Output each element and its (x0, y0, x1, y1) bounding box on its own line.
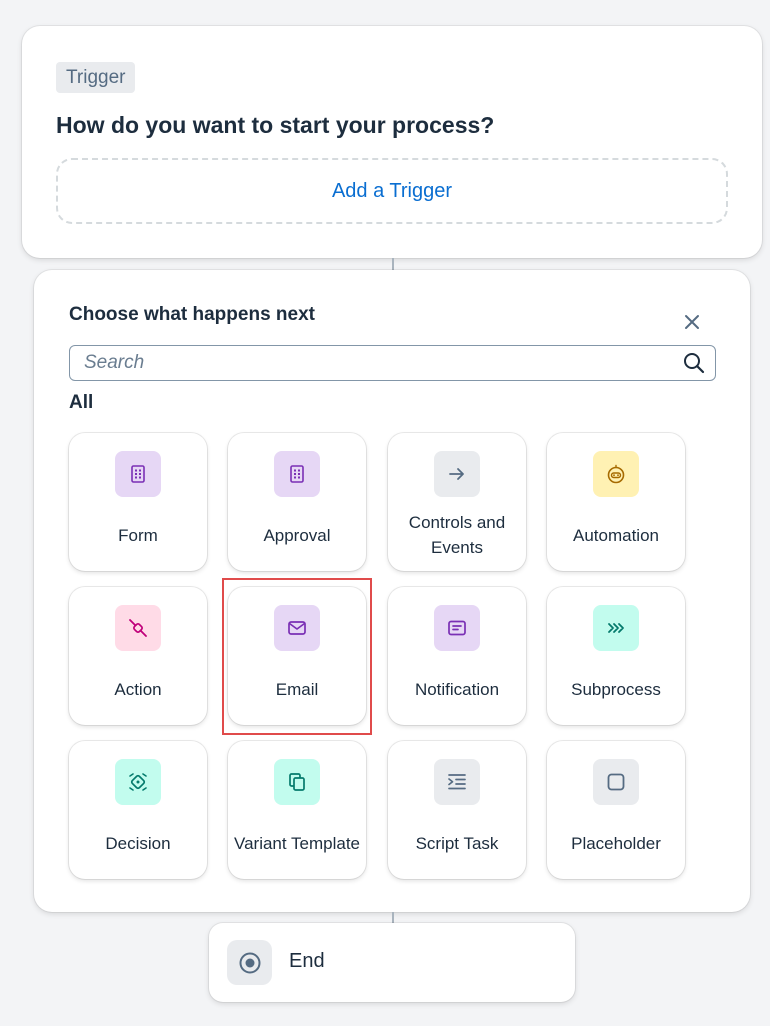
script-icon (448, 774, 466, 790)
search-field[interactable] (69, 345, 716, 381)
flow-connector-top (392, 258, 394, 270)
tile-label: Script Task (415, 833, 499, 853)
chevrons-right-icon (608, 623, 624, 633)
tile-subprocess[interactable]: Subprocess (547, 587, 685, 725)
section-label-all: All (69, 392, 94, 413)
tile-variant-template[interactable]: Variant Template (228, 741, 366, 879)
form-icon (131, 465, 145, 483)
tile-label: Action (114, 679, 162, 699)
tile-placeholder[interactable]: Placeholder (547, 741, 685, 879)
tile-label: Email (275, 679, 319, 699)
next-step-panel: Choose what happens next All Form (34, 270, 750, 912)
envelope-icon-wrap (274, 605, 320, 651)
envelope-icon (288, 621, 306, 635)
stop-icon (239, 952, 260, 973)
copy-icon (289, 773, 305, 791)
panel-title: Choose what happens next (69, 304, 315, 325)
tile-label: Controls and Events (408, 513, 506, 557)
search-input[interactable] (70, 346, 670, 380)
message-icon-wrap (434, 605, 480, 651)
close-button[interactable] (680, 310, 704, 334)
message-icon (448, 620, 466, 636)
robot-icon-wrap (593, 451, 639, 497)
robot-icon (607, 464, 625, 484)
flow-connector-bottom (392, 912, 394, 923)
close-icon (685, 315, 699, 329)
decision-icon (129, 773, 147, 791)
approval-icon-wrap (274, 451, 320, 497)
tile-label: Notification (414, 679, 500, 699)
script-icon-wrap (434, 759, 480, 805)
tile-notification[interactable]: Notification (388, 587, 526, 725)
tile-action[interactable]: Action (69, 587, 207, 725)
tile-label: Subprocess (571, 679, 661, 699)
decision-icon-wrap (115, 759, 161, 805)
tile-email[interactable]: Email (228, 587, 366, 725)
chevrons-right-icon-wrap (593, 605, 639, 651)
connector-icon (129, 619, 147, 637)
tile-form[interactable]: Form (69, 433, 207, 571)
tile-label: Automation (573, 525, 659, 545)
tile-label: Placeholder (571, 833, 661, 853)
trigger-card: Trigger How do you want to start your pr… (22, 26, 762, 258)
tile-decision[interactable]: Decision (69, 741, 207, 879)
approval-icon (290, 465, 304, 483)
tile-label: Decision (105, 833, 171, 853)
arrow-right-icon-wrap (434, 451, 480, 497)
tile-label: Form (118, 525, 158, 545)
arrow-right-icon (449, 468, 464, 480)
copy-icon-wrap (274, 759, 320, 805)
connector-icon-wrap (115, 605, 161, 651)
end-node[interactable]: End (209, 923, 575, 1002)
tile-automation[interactable]: Automation (547, 433, 685, 571)
square-icon-wrap (593, 759, 639, 805)
trigger-title: How do you want to start your process? (56, 112, 495, 138)
tile-label: Variant Template (234, 833, 360, 853)
tile-label: Approval (263, 525, 331, 545)
search-icon[interactable] (683, 352, 705, 374)
square-icon (607, 773, 625, 791)
tile-script-task[interactable]: Script Task (388, 741, 526, 879)
end-label: End (289, 950, 325, 972)
trigger-badge: Trigger (56, 62, 136, 93)
form-icon-wrap (115, 451, 161, 497)
stop-icon-wrap (227, 940, 272, 985)
tile-controls-and-events[interactable]: Controls and Events (388, 433, 526, 571)
tile-approval[interactable]: Approval (228, 433, 366, 571)
add-trigger-button[interactable]: Add a Trigger (56, 158, 728, 224)
